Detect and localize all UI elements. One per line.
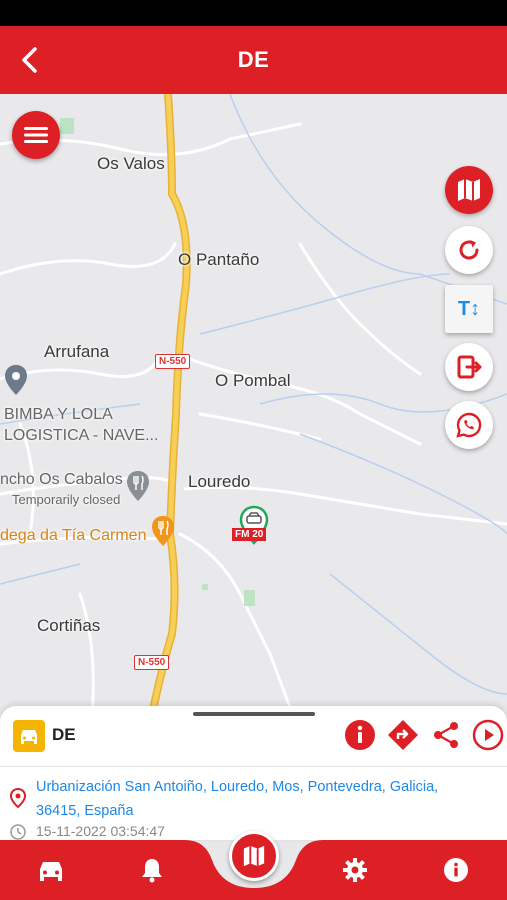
- divider: [0, 766, 507, 767]
- play-route-button[interactable]: [471, 718, 505, 752]
- menu-button[interactable]: [12, 111, 60, 159]
- map-icon: [458, 179, 480, 201]
- location-pin-icon: [10, 788, 26, 808]
- exit-icon: [457, 355, 482, 379]
- car-icon: [40, 862, 62, 881]
- map-type-button[interactable]: [445, 166, 493, 214]
- text-size-icon: T↕: [457, 297, 481, 320]
- nav-map[interactable]: [229, 831, 279, 881]
- page-title: DE: [237, 47, 270, 72]
- restaurant-pin-icon[interactable]: [151, 515, 175, 547]
- bell-icon: [142, 859, 162, 883]
- text-size-button[interactable]: T↕: [445, 285, 493, 333]
- drag-handle[interactable]: [193, 712, 315, 716]
- vehicle-plate-label: FM 20: [232, 528, 267, 541]
- road-shield: N-550: [155, 354, 191, 369]
- refresh-icon: [459, 240, 479, 260]
- nav-settings[interactable]: [337, 854, 373, 886]
- poi-label: LOGISTICA - NAVE...: [4, 427, 159, 444]
- share-button[interactable]: [429, 718, 463, 752]
- info-icon: [345, 720, 375, 750]
- place-label: Cortiñas: [37, 616, 101, 635]
- road-shield: N-550: [134, 655, 170, 670]
- share-icon: [434, 722, 458, 748]
- nav-info[interactable]: [438, 854, 474, 886]
- directions-icon: [388, 720, 418, 750]
- place-label: O Pombal: [215, 371, 291, 390]
- last-update-timestamp: 15-11-2022 03:54:47: [36, 823, 165, 839]
- exit-button[interactable]: [445, 343, 493, 391]
- map-icon: [243, 845, 265, 867]
- car-icon: [21, 730, 37, 744]
- poi-status: Temporarily closed: [12, 492, 121, 507]
- play-icon: [472, 719, 504, 751]
- place-label: Os Valos: [97, 154, 165, 173]
- whatsapp-icon: [456, 412, 482, 438]
- vehicle-info-button[interactable]: [343, 718, 377, 752]
- nav-vehicles[interactable]: [33, 854, 69, 886]
- app-header: DE: [0, 26, 507, 94]
- gear-icon: [343, 858, 367, 882]
- place-label: Louredo: [188, 472, 251, 491]
- poi-label: dega da Tía Carmen: [0, 527, 147, 544]
- nav-alerts[interactable]: [134, 854, 170, 886]
- status-bar: [0, 0, 507, 26]
- back-button[interactable]: [14, 44, 46, 76]
- place-label: O Pantaño: [178, 250, 260, 269]
- map-view[interactable]: Os Valos O Pantaño Arrufana O Pombal BIM…: [0, 94, 507, 734]
- clock-icon: [10, 824, 26, 840]
- vehicle-name: DE: [52, 725, 76, 744]
- vehicle-address[interactable]: Urbanización San Antoiño, Louredo, Mos, …: [36, 775, 486, 823]
- refresh-button[interactable]: [445, 226, 493, 274]
- directions-button[interactable]: [386, 718, 420, 752]
- restaurant-pin-icon[interactable]: [126, 470, 150, 502]
- vehicle-badge: [13, 720, 45, 752]
- place-label: Arrufana: [44, 342, 110, 361]
- whatsapp-button[interactable]: [445, 401, 493, 449]
- poi-pin-icon[interactable]: [4, 364, 28, 396]
- vehicle-info-panel: DE Urbanización San Antoiño, Louredo, Mo…: [0, 706, 507, 840]
- chevron-left-icon: [22, 47, 37, 73]
- hamburger-icon: [24, 127, 48, 143]
- poi-label: BIMBA Y LOLA: [4, 406, 113, 423]
- poi-label: ncho Os Cabalos: [0, 471, 123, 488]
- info-icon: [444, 858, 468, 882]
